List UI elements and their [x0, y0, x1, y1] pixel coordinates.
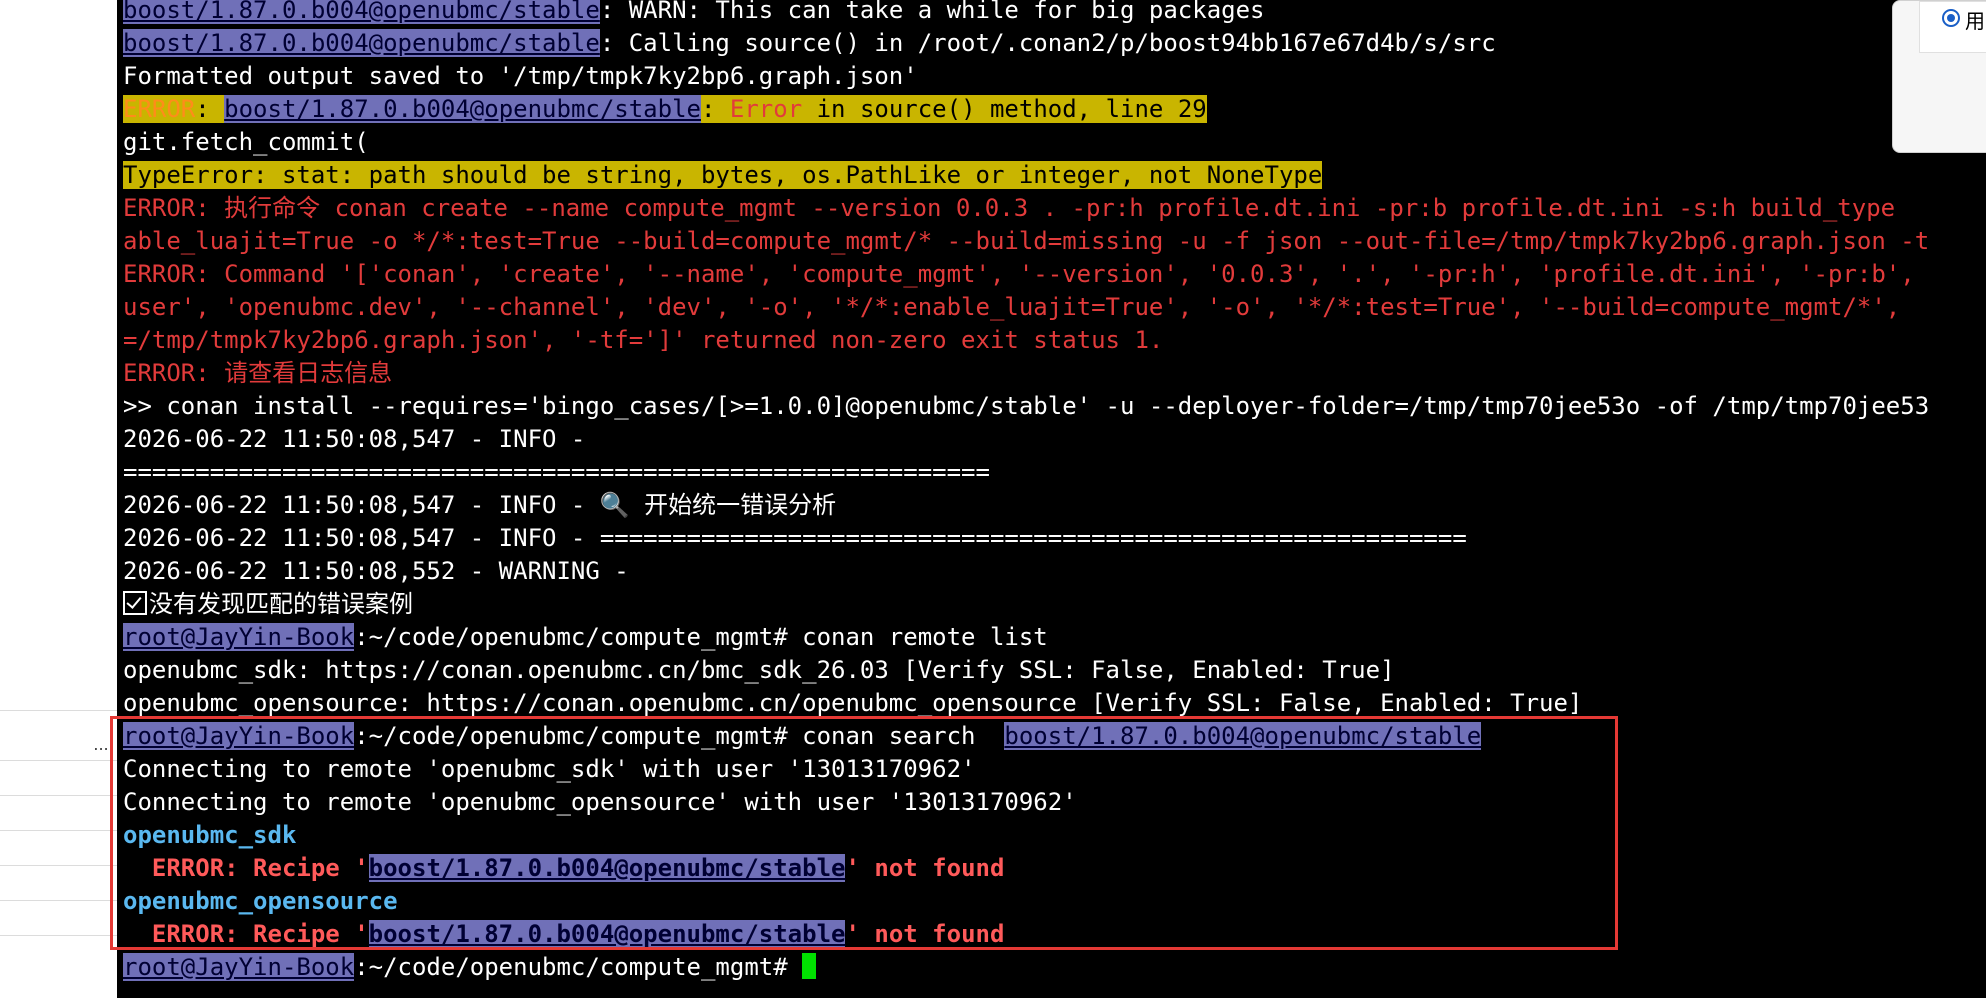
- terminal-line: Formatted output saved to '/tmp/tmpk7ky2…: [123, 62, 918, 90]
- terminal-text: : Calling source() in /root/.conan2/p/bo…: [599, 29, 1496, 57]
- terminal-line: ERROR: boost/1.87.0.b004@openubmc/stable…: [123, 93, 1207, 126]
- terminal-text: in source() method, line 29: [802, 95, 1207, 123]
- terminal-line: root@JayYin-Book:~/code/openubmc/compute…: [123, 621, 1048, 654]
- terminal-line: 没有发现匹配的错误案例: [123, 588, 413, 621]
- text-cursor: [802, 953, 817, 979]
- checkbox-icon: [123, 591, 147, 615]
- remote-name: openubmc_sdk: [123, 821, 297, 849]
- terminal-line: 2026-06-22 11:50:08,547 - INFO - =======…: [123, 524, 1467, 552]
- more-options-button[interactable]: ...: [85, 732, 117, 758]
- terminal-line: ERROR: Recipe 'boost/1.87.0.b004@openubm…: [123, 852, 1004, 885]
- terminal-line: root@JayYin-Book:~/code/openubmc/compute…: [123, 720, 1482, 753]
- radio-button[interactable]: [1942, 9, 1960, 27]
- terminal-line: >> conan install --requires='bingo_cases…: [123, 392, 1930, 420]
- terminal-line: ERROR: 请查看日志信息: [123, 359, 393, 387]
- terminal-text: 没有发现匹配的错误案例: [149, 590, 413, 618]
- package-link[interactable]: boost/1.87.0.b004@openubmc/stable: [1004, 722, 1482, 750]
- error-text: ' not found: [845, 920, 1005, 948]
- table-row-divider: [0, 900, 117, 901]
- error-text: ' not found: [845, 854, 1005, 882]
- error-text: ERROR: Recipe ': [123, 854, 369, 882]
- remote-name: openubmc_opensource: [123, 887, 398, 915]
- terminal-text: :~/code/openubmc/compute_mgmt# conan sea…: [354, 722, 1005, 750]
- terminal-text: :: [700, 95, 730, 123]
- table-row-divider: [0, 935, 117, 936]
- shell-prompt: root@JayYin-Book: [123, 953, 355, 981]
- terminal-line: 2026-06-22 11:50:08,552 - WARNING -: [123, 557, 629, 585]
- package-link[interactable]: boost/1.87.0.b004@openubmc/stable: [368, 854, 846, 882]
- terminal-line: boost/1.87.0.b004@openubmc/stable: Calli…: [123, 27, 1496, 60]
- table-row-divider: [0, 760, 117, 761]
- error-label: ERROR: [123, 95, 196, 123]
- terminal-line: openubmc_sdk: https://conan.openubmc.cn/…: [123, 656, 1395, 684]
- highlighted-error: TypeError: stat: path should be string, …: [123, 161, 1323, 189]
- terminal-line: ERROR: Recipe 'boost/1.87.0.b004@openubm…: [123, 918, 1004, 951]
- package-link[interactable]: boost/1.87.0.b004@openubmc/stable: [123, 29, 600, 57]
- terminal-line: git.fetch_commit(: [123, 128, 369, 156]
- terminal-line: 2026-06-22 11:50:08,547 - INFO - 🔍 开始统一错…: [123, 491, 837, 519]
- terminal-line: able_luajit=True -o */*:test=True --buil…: [123, 227, 1930, 255]
- table-row-divider: [0, 865, 117, 866]
- option-label: 用: [1965, 9, 1985, 33]
- package-link[interactable]: boost/1.87.0.b004@openubmc/stable: [368, 920, 846, 948]
- terminal-text: :: [195, 95, 225, 123]
- terminal-line: Connecting to remote 'openubmc_opensourc…: [123, 788, 1077, 816]
- left-panel: ...: [0, 0, 117, 998]
- terminal-line: =/tmp/tmpk7ky2bp6.graph.json', '-tf=']' …: [123, 326, 1164, 354]
- highlighted-error: ERROR: boost/1.87.0.b004@openubmc/stable…: [123, 95, 1207, 123]
- table-row-divider: [0, 710, 117, 711]
- shell-prompt: root@JayYin-Book: [123, 722, 355, 750]
- terminal-line: Connecting to remote 'openubmc_sdk' with…: [123, 755, 976, 783]
- error-text: ERROR: Recipe ': [123, 920, 369, 948]
- error-label: Error: [729, 95, 803, 123]
- terminal-line[interactable]: root@JayYin-Book:~/code/openubmc/compute…: [123, 951, 817, 984]
- shell-prompt: root@JayYin-Book: [123, 623, 355, 651]
- terminal-line: user', 'openubmc.dev', '--channel', 'dev…: [123, 293, 1901, 321]
- terminal-text: :~/code/openubmc/compute_mgmt# conan rem…: [354, 623, 1048, 651]
- terminal-line: TypeError: stat: path should be string, …: [123, 159, 1323, 192]
- terminal-window[interactable]: boost/1.87.0.b004@openubmc/stable: WARN:…: [117, 0, 1986, 998]
- package-link[interactable]: boost/1.87.0.b004@openubmc/stable: [224, 95, 701, 123]
- terminal-text: :~/code/openubmc/compute_mgmt#: [354, 953, 803, 981]
- package-link[interactable]: boost/1.87.0.b004@openubmc/stable: [123, 0, 600, 24]
- terminal-line: ERROR: 执行命令 conan create --name compute_…: [123, 194, 1896, 222]
- settings-dialog-fragment: 用: [1892, 0, 1986, 153]
- terminal-line: ========================================…: [123, 458, 990, 486]
- table-row-divider: [0, 795, 117, 796]
- terminal-line: openubmc_opensource: https://conan.openu…: [123, 689, 1583, 717]
- terminal-line: boost/1.87.0.b004@openubmc/stable: WARN:…: [123, 0, 1265, 27]
- terminal-line: ERROR: Command '['conan', 'create', '--n…: [123, 260, 1915, 288]
- terminal-line: 2026-06-22 11:50:08,547 - INFO -: [123, 425, 586, 453]
- terminal-text: : WARN: This can take a while for big pa…: [599, 0, 1265, 24]
- table-row-divider: [0, 830, 117, 831]
